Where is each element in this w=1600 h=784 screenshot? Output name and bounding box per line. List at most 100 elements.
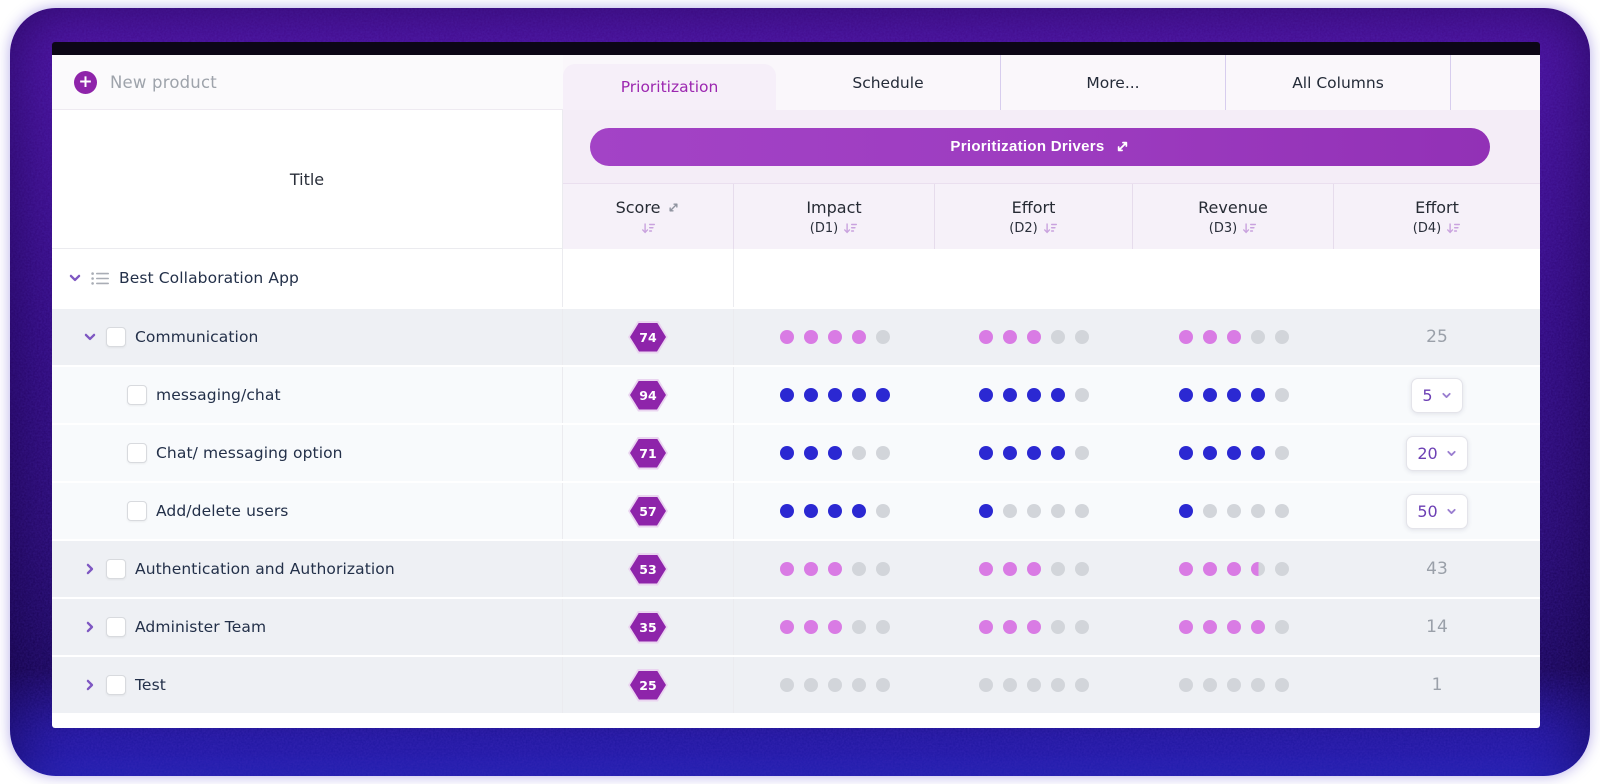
rating-dot[interactable]	[1202, 446, 1217, 460]
rating-dot[interactable]	[1250, 620, 1265, 634]
rating-dot[interactable]	[979, 388, 993, 402]
rating-dot[interactable]	[1274, 620, 1289, 634]
rating-dot[interactable]	[803, 446, 818, 460]
rating-dot[interactable]	[1003, 330, 1017, 344]
rating-dot[interactable]	[851, 562, 866, 576]
rating-dot[interactable]	[1178, 620, 1193, 634]
rating-dot[interactable]	[1250, 330, 1265, 344]
column-header-impact-1[interactable]: Impact (D1)	[734, 184, 935, 249]
row-title[interactable]: Chat/ messaging option	[156, 444, 343, 462]
rating-dot[interactable]	[1027, 446, 1041, 460]
rating-dot[interactable]	[1226, 678, 1241, 692]
rating-dot[interactable]	[875, 620, 890, 634]
rating-dot[interactable]	[1202, 678, 1217, 692]
rating-dot[interactable]	[1075, 562, 1089, 576]
rating-dot[interactable]	[979, 446, 993, 460]
column-header-score-0[interactable]: Score	[563, 184, 734, 249]
rating-dot[interactable]	[1051, 620, 1065, 634]
rating-dot[interactable]	[1051, 330, 1065, 344]
new-product-button[interactable]: + New product	[52, 55, 563, 110]
row-checkbox[interactable]	[106, 327, 126, 347]
rating-dot[interactable]	[875, 678, 890, 692]
rating-dot[interactable]	[1003, 562, 1017, 576]
row-title[interactable]: Best Collaboration App	[119, 269, 299, 287]
row-title[interactable]: messaging/chat	[156, 386, 281, 404]
rating-dot[interactable]	[1226, 620, 1241, 634]
rating-dot[interactable]	[827, 678, 842, 692]
rating-dot[interactable]	[1051, 678, 1065, 692]
tab-schedule[interactable]: Schedule	[776, 55, 1001, 110]
rating-dot[interactable]	[1250, 446, 1265, 460]
tab-prioritization[interactable]: Prioritization	[563, 64, 776, 110]
rating-dot[interactable]	[1274, 330, 1289, 344]
rating-dot[interactable]	[1075, 620, 1089, 634]
rating-dot[interactable]	[1051, 562, 1065, 576]
column-header-effort-4[interactable]: Effort (D4)	[1334, 184, 1540, 249]
rating-dot[interactable]	[979, 620, 993, 634]
rating-dot[interactable]	[851, 678, 866, 692]
rating-dot[interactable]	[1027, 388, 1041, 402]
rating-dot[interactable]	[1003, 446, 1017, 460]
rating-dot[interactable]	[1178, 330, 1193, 344]
rating-dot[interactable]	[1226, 330, 1241, 344]
row-checkbox[interactable]	[106, 617, 126, 637]
rating-dot[interactable]	[779, 620, 794, 634]
rating-dot[interactable]	[1250, 504, 1265, 518]
rating-dot[interactable]	[1075, 388, 1089, 402]
rating-dot[interactable]	[1178, 504, 1193, 518]
rating-dot[interactable]	[1051, 504, 1065, 518]
rating-dot[interactable]	[779, 330, 794, 344]
row-title[interactable]: Test	[135, 676, 166, 694]
rating-dot[interactable]	[1051, 446, 1065, 460]
rating-dot[interactable]	[1051, 388, 1065, 402]
row-checkbox[interactable]	[127, 385, 147, 405]
rating-dot[interactable]	[851, 504, 866, 518]
chevron-right-icon[interactable]	[83, 562, 97, 576]
rating-dot[interactable]	[1075, 446, 1089, 460]
rating-dot[interactable]	[875, 388, 890, 402]
rating-dot[interactable]	[1075, 504, 1089, 518]
rating-dot[interactable]	[1075, 330, 1089, 344]
row-title[interactable]: Administer Team	[135, 618, 266, 636]
rating-dot[interactable]	[827, 620, 842, 634]
rating-dot[interactable]	[803, 330, 818, 344]
rating-dot[interactable]	[1202, 388, 1217, 402]
rating-dot[interactable]	[1202, 330, 1217, 344]
rating-dot[interactable]	[1274, 678, 1289, 692]
rating-dot[interactable]	[1274, 388, 1289, 402]
row-checkbox[interactable]	[127, 501, 147, 521]
effort-dropdown[interactable]: 50	[1406, 493, 1468, 529]
rating-dot[interactable]	[1178, 562, 1193, 576]
row-title[interactable]: Add/delete users	[156, 502, 288, 520]
rating-dot[interactable]	[875, 446, 890, 460]
rating-dot[interactable]	[1003, 678, 1017, 692]
rating-dot[interactable]	[1274, 562, 1289, 576]
rating-dot[interactable]	[1178, 446, 1193, 460]
rating-dot[interactable]	[979, 504, 993, 518]
rating-dot[interactable]	[1250, 562, 1265, 576]
rating-dot[interactable]	[1027, 562, 1041, 576]
rating-dot[interactable]	[1178, 388, 1193, 402]
rating-dot[interactable]	[779, 388, 794, 402]
rating-dot[interactable]	[851, 446, 866, 460]
rating-dot[interactable]	[779, 678, 794, 692]
rating-dot[interactable]	[803, 504, 818, 518]
rating-dot[interactable]	[827, 504, 842, 518]
rating-dot[interactable]	[1226, 446, 1241, 460]
effort-dropdown[interactable]: 5	[1411, 377, 1463, 413]
row-title[interactable]: Communication	[135, 328, 258, 346]
chevron-down-icon[interactable]	[68, 271, 82, 285]
rating-dot[interactable]	[1178, 678, 1193, 692]
rating-dot[interactable]	[1027, 678, 1041, 692]
rating-dot[interactable]	[851, 620, 866, 634]
tab-all-columns[interactable]: All Columns	[1226, 55, 1451, 110]
rating-dot[interactable]	[779, 446, 794, 460]
rating-dot[interactable]	[875, 562, 890, 576]
rating-dot[interactable]	[1003, 504, 1017, 518]
rating-dot[interactable]	[1274, 504, 1289, 518]
row-checkbox[interactable]	[106, 559, 126, 579]
rating-dot[interactable]	[1226, 562, 1241, 576]
rating-dot[interactable]	[979, 678, 993, 692]
tab-more[interactable]: More...	[1001, 55, 1226, 110]
rating-dot[interactable]	[851, 330, 866, 344]
